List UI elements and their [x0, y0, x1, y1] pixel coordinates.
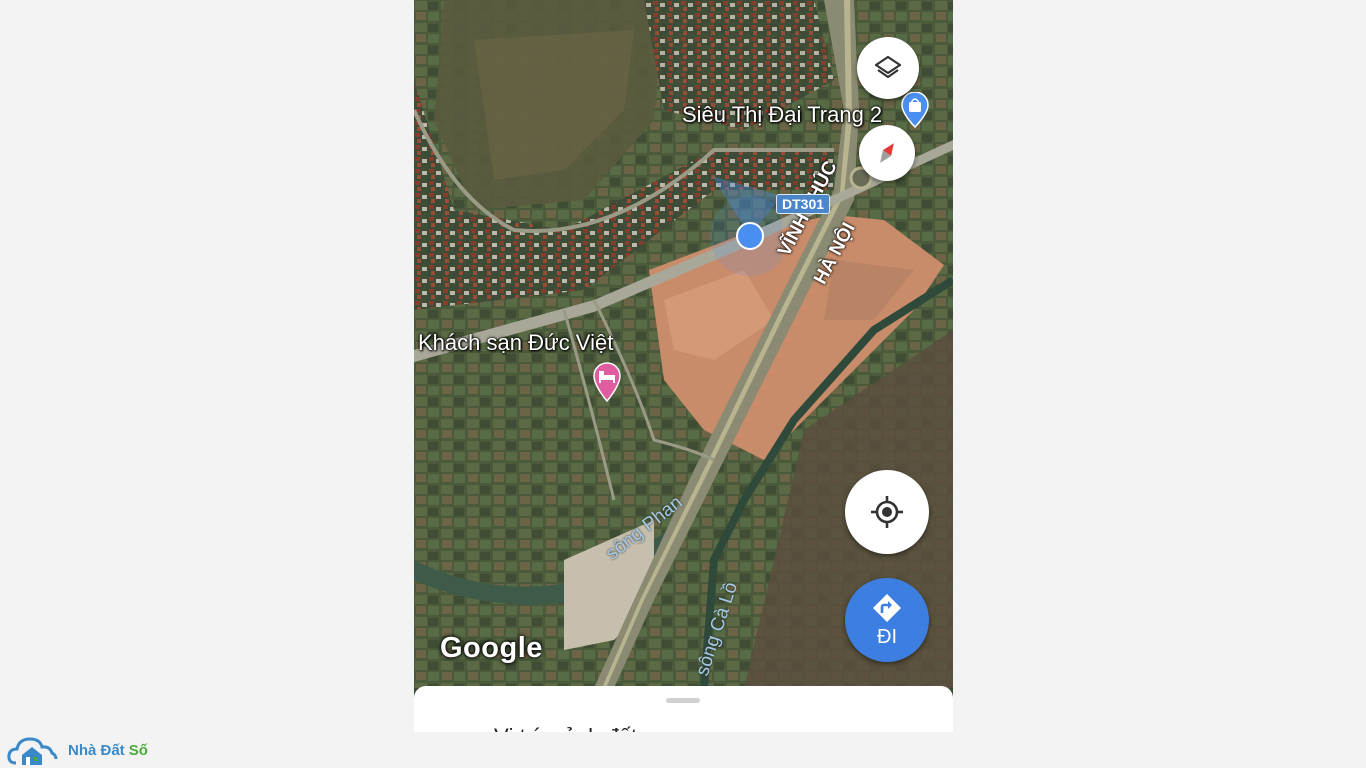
directions-button[interactable]: ĐI [845, 578, 929, 662]
directions-icon [873, 593, 901, 622]
brand-name-part1: Nhà Đất [68, 741, 125, 759]
road-shield-dt301: DT301 [776, 194, 831, 214]
google-attribution: Google [440, 632, 543, 664]
current-location-dot [736, 222, 764, 250]
shopping-bag-icon[interactable] [900, 92, 930, 128]
layers-button[interactable] [857, 37, 919, 99]
house-cloud-icon [7, 737, 58, 765]
poi-supermarket-label[interactable]: Siêu Thị Đại Trang 2 [682, 102, 882, 128]
phone-screen: Siêu Thị Đại Trang 2 Khách sạn Đức Việt … [414, 0, 953, 732]
sheet-title: Vị trí mảnh đất [494, 724, 637, 732]
my-location-button[interactable] [845, 470, 929, 554]
brand-logo: Nhà Đất Số [6, 733, 148, 767]
bottom-sheet[interactable]: Vị trí mảnh đất [414, 686, 953, 732]
my-location-icon [871, 496, 903, 528]
hotel-bed-icon[interactable] [592, 362, 622, 402]
poi-hotel-label[interactable]: Khách sạn Đức Việt [418, 330, 613, 356]
sheet-drag-handle[interactable] [666, 698, 700, 703]
layers-icon [874, 55, 902, 79]
directions-label: ĐI [877, 625, 897, 648]
compass-icon [880, 143, 894, 163]
compass-button[interactable] [859, 125, 915, 181]
brand-name-part2: Số [128, 741, 148, 759]
